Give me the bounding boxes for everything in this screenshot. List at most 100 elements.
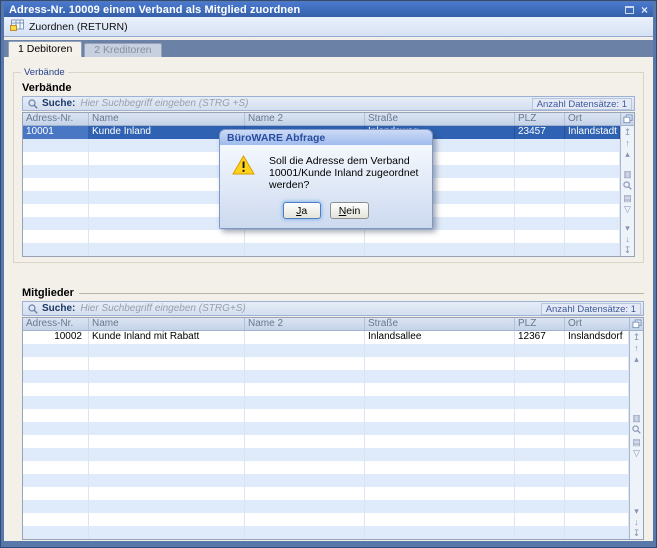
cell-adress-nr[interactable]: 10001: [23, 126, 89, 139]
table-row-empty[interactable]: [23, 383, 629, 396]
table-row-empty[interactable]: [23, 435, 629, 448]
dialog-body: Soll die Adresse dem Verband 10001/Kunde…: [220, 145, 432, 228]
filter-icon[interactable]: ▽: [633, 449, 640, 458]
empty-cell: [23, 243, 89, 256]
empty-cell: [23, 357, 89, 370]
tab-kreditoren[interactable]: 2 Kreditoren: [84, 43, 161, 57]
tab-debitoren[interactable]: 1 Debitoren: [8, 41, 82, 57]
column-header[interactable]: Straße: [365, 318, 515, 330]
search-label: Suche:: [42, 98, 75, 109]
column-header[interactable]: Name 2: [245, 318, 365, 330]
empty-cell: [565, 165, 620, 178]
table-row-empty[interactable]: [23, 422, 629, 435]
empty-cell: [245, 526, 365, 539]
columns-view-icon[interactable]: ▥: [632, 414, 641, 423]
empty-cell: [515, 178, 565, 191]
empty-cell: [89, 487, 245, 500]
cell-plz[interactable]: 23457: [515, 126, 565, 139]
table-row-empty[interactable]: [23, 243, 620, 256]
scroll-top-icon[interactable]: ↥: [624, 128, 632, 137]
table-row-empty[interactable]: [23, 230, 620, 243]
yes-button[interactable]: Ja: [283, 202, 321, 219]
column-header[interactable]: Straße: [365, 113, 515, 125]
column-header[interactable]: Ort: [565, 113, 620, 125]
empty-cell: [23, 526, 89, 539]
empty-cell: [565, 344, 629, 357]
scroll-bottom-icon[interactable]: ↧: [624, 246, 632, 255]
assign-button[interactable]: Zuordnen (RETURN): [10, 19, 128, 34]
cell-plz[interactable]: 12367: [515, 331, 565, 344]
column-header[interactable]: PLZ: [515, 113, 565, 125]
table-row-empty[interactable]: [23, 409, 629, 422]
cell-name[interactable]: Kunde Inland mit Rabatt: [89, 331, 245, 344]
empty-cell: [89, 500, 245, 513]
empty-cell: [23, 165, 89, 178]
dialog-titlebar: BüroWARE Abfrage: [220, 130, 432, 145]
table-search-icon[interactable]: [623, 181, 632, 192]
scroll-down-icon[interactable]: ↓: [634, 518, 639, 527]
table-search-icon[interactable]: [632, 425, 641, 436]
scroll-up-icon[interactable]: ↑: [625, 139, 630, 148]
empty-cell: [565, 526, 629, 539]
restore-window-icon[interactable]: [625, 1, 634, 19]
row-up-icon[interactable]: ▴: [625, 150, 630, 159]
table-row-empty[interactable]: [23, 344, 629, 357]
table-row-empty[interactable]: [23, 500, 629, 513]
list-view-icon[interactable]: ▤: [623, 194, 632, 203]
empty-cell: [245, 500, 365, 513]
table-row-empty[interactable]: [23, 448, 629, 461]
empty-cell: [365, 383, 515, 396]
empty-cell: [245, 513, 365, 526]
column-chooser-icon[interactable]: [621, 113, 634, 126]
empty-cell: [565, 448, 629, 461]
verbaende-search-input[interactable]: Suche: Hier Suchbegriff eingeben (STRG +…: [22, 96, 635, 111]
scroll-up-icon[interactable]: ↑: [634, 344, 639, 353]
cell-name2[interactable]: [245, 331, 365, 344]
scroll-down-icon[interactable]: ↓: [625, 235, 630, 244]
empty-cell: [23, 152, 89, 165]
column-header[interactable]: Ort: [565, 318, 629, 330]
mitglieder-search-input[interactable]: Suche: Hier Suchbegriff eingeben (STRG+S…: [22, 301, 644, 316]
table-row-empty[interactable]: [23, 461, 629, 474]
empty-cell: [245, 370, 365, 383]
cell-ort[interactable]: Inslandsdorf: [565, 331, 629, 344]
column-header[interactable]: Name 2: [245, 113, 365, 125]
cell-adress-nr[interactable]: 10002: [23, 331, 89, 344]
table-row-empty[interactable]: [23, 357, 629, 370]
table-row[interactable]: 10002 Kunde Inland mit Rabatt Inlandsall…: [23, 331, 629, 344]
scroll-top-icon[interactable]: ↥: [633, 333, 641, 342]
table-row-empty[interactable]: [23, 526, 629, 539]
column-header[interactable]: PLZ: [515, 318, 565, 330]
column-chooser-icon[interactable]: [630, 318, 643, 331]
table-row-empty[interactable]: [23, 487, 629, 500]
empty-cell: [245, 383, 365, 396]
row-up-icon[interactable]: ▴: [634, 355, 639, 364]
empty-cell: [515, 152, 565, 165]
table-row-empty[interactable]: [23, 474, 629, 487]
column-header[interactable]: Adress-Nr.: [23, 318, 89, 330]
column-header[interactable]: Name: [89, 318, 245, 330]
empty-cell: [23, 191, 89, 204]
no-button[interactable]: Nein: [330, 202, 370, 219]
empty-cell: [365, 526, 515, 539]
cell-strasse[interactable]: Inlandsallee: [365, 331, 515, 344]
empty-cell: [89, 448, 245, 461]
row-down-icon[interactable]: ▾: [625, 224, 630, 233]
cell-ort[interactable]: Inlandstadt: [565, 126, 620, 139]
empty-cell: [515, 383, 565, 396]
column-header[interactable]: Adress-Nr.: [23, 113, 89, 125]
scroll-bottom-icon[interactable]: ↧: [633, 529, 641, 538]
table-row-empty[interactable]: [23, 513, 629, 526]
column-header[interactable]: Name: [89, 113, 245, 125]
row-down-icon[interactable]: ▾: [634, 507, 639, 516]
empty-cell: [365, 448, 515, 461]
filter-icon[interactable]: ▽: [624, 205, 631, 214]
close-window-icon[interactable]: ×: [641, 5, 648, 15]
table-row-empty[interactable]: [23, 396, 629, 409]
empty-cell: [565, 230, 620, 243]
table-row-empty[interactable]: [23, 370, 629, 383]
columns-view-icon[interactable]: ▥: [623, 170, 632, 179]
empty-cell: [89, 526, 245, 539]
list-view-icon[interactable]: ▤: [632, 438, 641, 447]
search-placeholder: Hier Suchbegriff eingeben (STRG +S): [80, 98, 248, 109]
